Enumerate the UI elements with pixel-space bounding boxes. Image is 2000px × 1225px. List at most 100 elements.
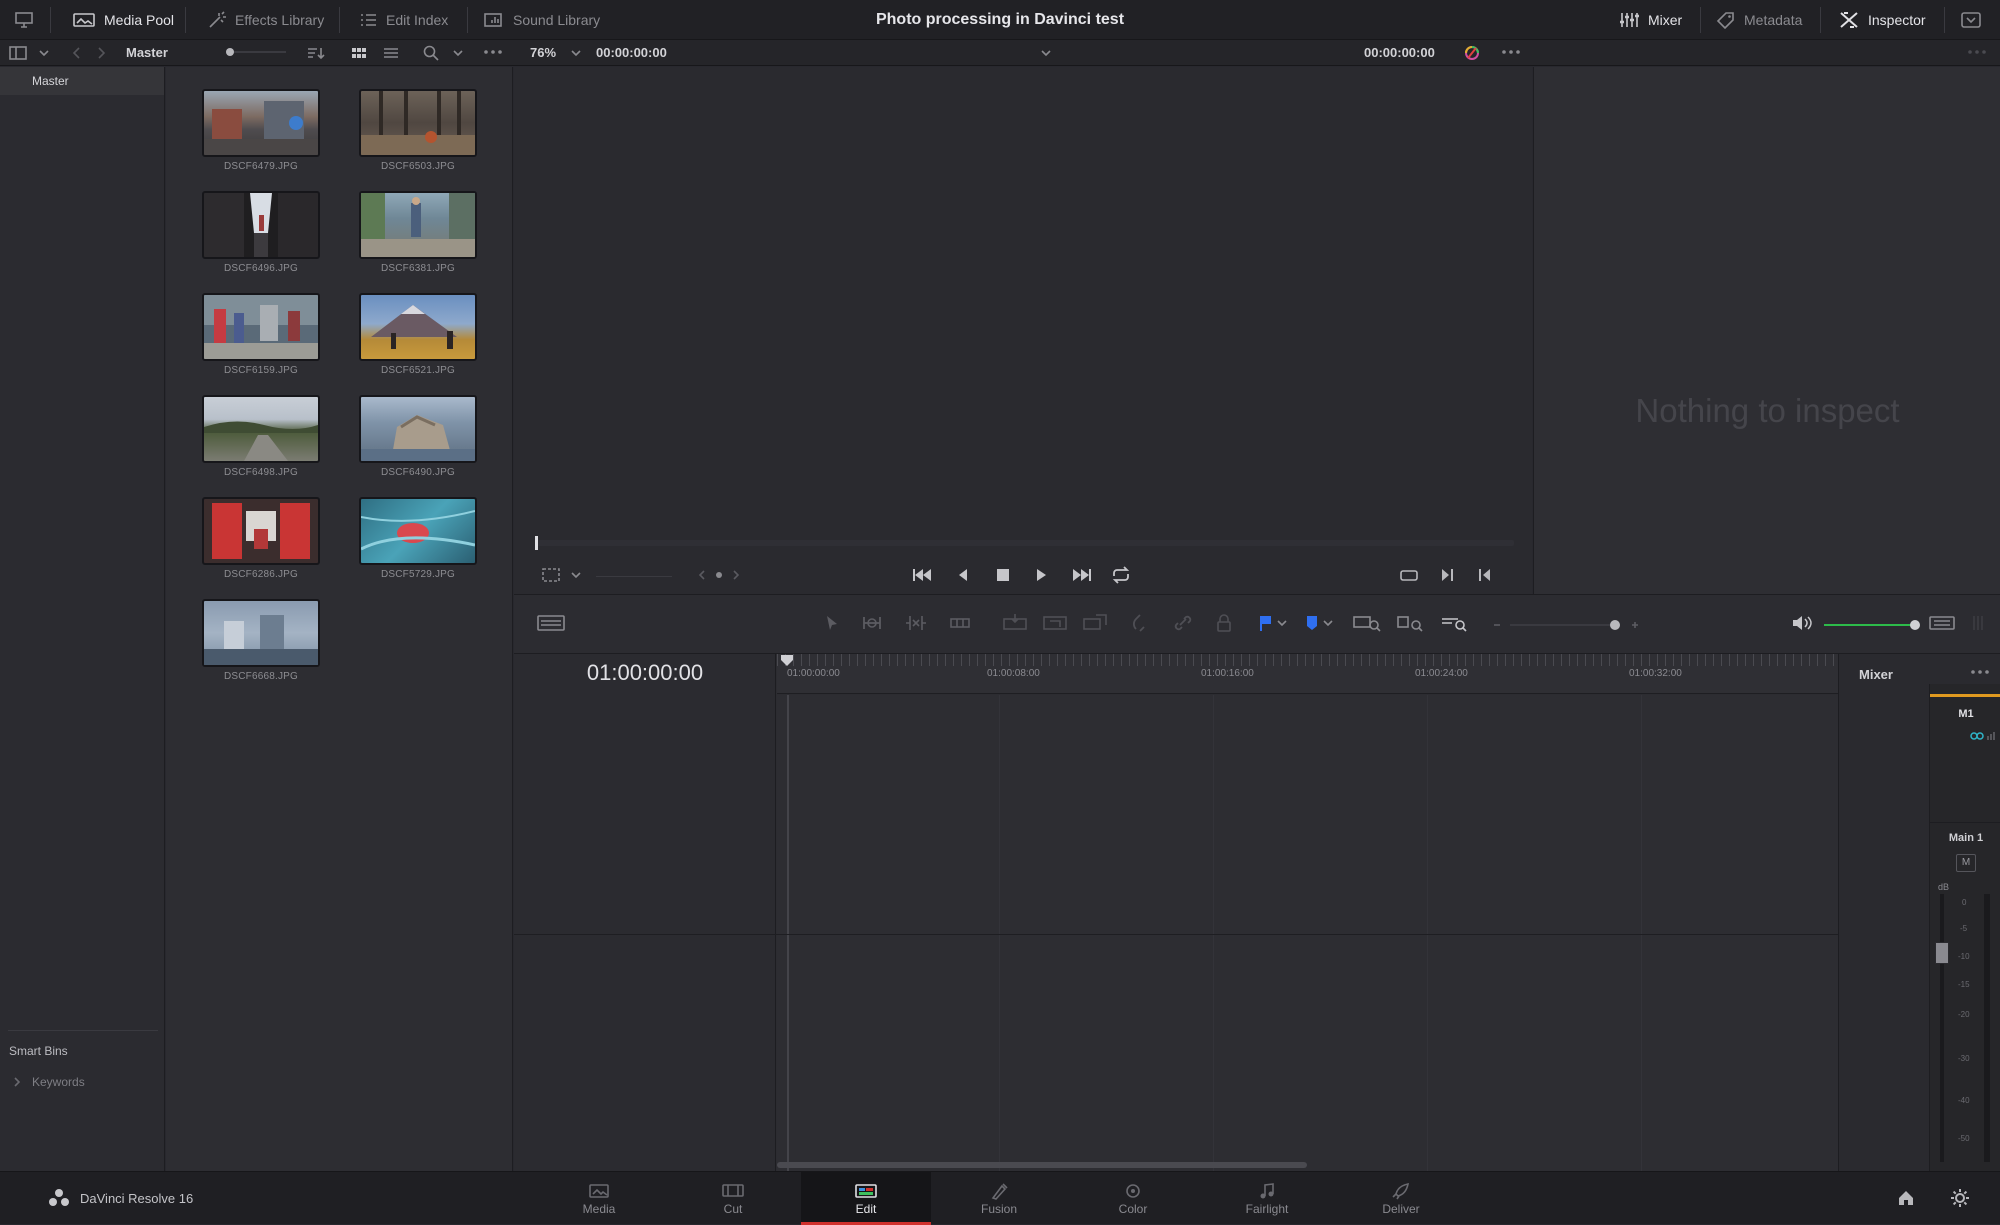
chevron-down-icon[interactable]: [570, 46, 582, 60]
slider-handle[interactable]: [226, 48, 234, 56]
mute-button[interactable]: M: [1956, 854, 1976, 872]
timeline-ruler[interactable]: 01:00:00:00 01:00:08:00 01:00:16:00 01:0…: [777, 654, 1838, 694]
marker-icon[interactable]: [1304, 613, 1320, 633]
page-tab-edit[interactable]: Edit: [801, 1172, 931, 1225]
step-back-icon[interactable]: [954, 566, 972, 584]
timeline-track-area[interactable]: [514, 695, 1838, 1171]
panel-options-icon[interactable]: [1970, 613, 1986, 633]
clip-thumbnail[interactable]: DSCF6503.JPG: [359, 89, 477, 172]
more-options-icon[interactable]: [1966, 44, 1988, 60]
more-options-icon[interactable]: [1969, 664, 1991, 680]
zoom-level[interactable]: 76%: [530, 45, 556, 60]
blade-tool-icon[interactable]: [948, 613, 972, 633]
detail-zoom-icon[interactable]: [1396, 613, 1426, 633]
master-volume-slider[interactable]: [1824, 620, 1920, 630]
insert-clip-icon[interactable]: [1002, 613, 1028, 633]
list-view-icon[interactable]: [382, 45, 400, 61]
lock-icon[interactable]: [1214, 613, 1234, 633]
chevron-down-icon[interactable]: [452, 46, 464, 60]
speaker-icon[interactable]: [1790, 613, 1814, 633]
go-to-start-icon[interactable]: [910, 566, 934, 584]
transform-overlay-icon[interactable]: [540, 566, 562, 584]
clip-thumbnail[interactable]: DSCF6498.JPG: [202, 395, 320, 478]
effects-library-button[interactable]: Effects Library: [207, 0, 324, 40]
timeline-horizontal-scrollbar[interactable]: [777, 1162, 1307, 1168]
chevron-down-icon[interactable]: [570, 568, 582, 582]
thumbnail-size-slider[interactable]: [226, 48, 286, 56]
slider-handle[interactable]: [1610, 620, 1620, 630]
edit-index-button[interactable]: Edit Index: [358, 0, 448, 40]
timeline-zoom-slider[interactable]: [1510, 620, 1620, 630]
page-tab-cut[interactable]: Cut: [668, 1172, 798, 1225]
match-frame-icon[interactable]: [1398, 566, 1420, 584]
replace-clip-icon[interactable]: [1082, 613, 1108, 633]
chevron-down-icon[interactable]: [1040, 46, 1052, 60]
chevron-down-icon[interactable]: [1322, 616, 1334, 630]
dynamic-trim-icon[interactable]: [904, 613, 928, 633]
timeline-timecode[interactable]: 01:00:00:00: [514, 660, 776, 686]
loop-icon[interactable]: [1110, 566, 1132, 584]
inspector-button[interactable]: Inspector: [1838, 0, 1926, 40]
page-tab-fusion[interactable]: Fusion: [934, 1172, 1064, 1225]
viewer-scrubber[interactable]: [535, 536, 1514, 550]
panel-layout-icon[interactable]: [9, 45, 27, 61]
chevron-down-icon[interactable]: [38, 46, 50, 60]
flag-icon[interactable]: [1258, 613, 1274, 633]
timeline-viewer[interactable]: [514, 67, 1532, 530]
scrubber-playhead[interactable]: [535, 536, 538, 550]
back-icon[interactable]: [70, 45, 84, 61]
clip-thumbnail[interactable]: DSCF6381.JPG: [359, 191, 477, 274]
jog-control[interactable]: [694, 568, 744, 582]
smart-bin-keywords[interactable]: Keywords: [12, 1075, 85, 1089]
slider-handle[interactable]: [1910, 620, 1920, 630]
forward-icon[interactable]: [94, 45, 108, 61]
selection-tool-icon[interactable]: [822, 613, 842, 633]
fader-track[interactable]: [1940, 894, 1944, 1162]
media-pool-button[interactable]: Media Pool: [72, 0, 174, 40]
clip-thumbnail[interactable]: DSCF6668.JPG: [202, 599, 320, 682]
clip-thumbnail[interactable]: DSCF6479.JPG: [202, 89, 320, 172]
go-to-end-icon[interactable]: [1070, 566, 1094, 584]
color-wheel-icon[interactable]: [1462, 44, 1482, 62]
clip-thumbnail[interactable]: DSCF6159.JPG: [202, 293, 320, 376]
page-tab-color[interactable]: Color: [1068, 1172, 1198, 1225]
playhead-marker[interactable]: [780, 654, 794, 668]
trim-tool-icon[interactable]: [860, 613, 884, 633]
volume-fader[interactable]: [1935, 942, 1949, 964]
zoom-out-icon[interactable]: [1492, 620, 1502, 630]
clip-thumbnail[interactable]: DSCF6521.JPG: [359, 293, 477, 376]
overwrite-clip-icon[interactable]: [1042, 613, 1068, 633]
jog-slider[interactable]: [596, 576, 672, 577]
gear-icon[interactable]: [1950, 1188, 1970, 1208]
clip-thumbnail[interactable]: DSCF5729.JPG: [359, 497, 477, 580]
more-options-icon[interactable]: [482, 44, 504, 60]
zoom-in-icon[interactable]: [1630, 620, 1640, 630]
mixer-button[interactable]: Mixer: [1618, 0, 1682, 40]
timeline-view-options-icon[interactable]: [536, 613, 566, 633]
link-icon[interactable]: [1172, 613, 1194, 633]
snapping-icon[interactable]: [1130, 613, 1152, 633]
clip-thumbnail[interactable]: DSCF6496.JPG: [202, 191, 320, 274]
bin-master[interactable]: Master: [0, 67, 164, 95]
sound-library-button[interactable]: Sound Library: [483, 0, 600, 40]
expand-panel-button[interactable]: [1960, 0, 1982, 40]
home-icon[interactable]: [1896, 1188, 1916, 1208]
search-icon[interactable]: [422, 44, 440, 62]
more-options-icon[interactable]: [1500, 44, 1522, 60]
workspace-toggle-button[interactable]: [14, 0, 34, 40]
play-icon[interactable]: [1032, 566, 1050, 584]
custom-zoom-icon[interactable]: [1440, 613, 1470, 633]
page-tab-media[interactable]: Media: [534, 1172, 664, 1225]
chevron-down-icon[interactable]: [1276, 616, 1288, 630]
next-edit-icon[interactable]: [1438, 566, 1456, 584]
clip-thumbnail[interactable]: DSCF6490.JPG: [359, 395, 477, 478]
audio-meter-icon[interactable]: [1928, 613, 1956, 633]
metadata-button[interactable]: Metadata: [1716, 0, 1802, 40]
grid-view-icon[interactable]: [350, 45, 368, 61]
previous-edit-icon[interactable]: [1476, 566, 1494, 584]
stop-icon[interactable]: [994, 566, 1012, 584]
sort-icon[interactable]: [306, 45, 326, 61]
page-tab-fairlight[interactable]: Fairlight: [1202, 1172, 1332, 1225]
full-extent-zoom-icon[interactable]: [1352, 613, 1382, 633]
page-tab-deliver[interactable]: Deliver: [1336, 1172, 1466, 1225]
